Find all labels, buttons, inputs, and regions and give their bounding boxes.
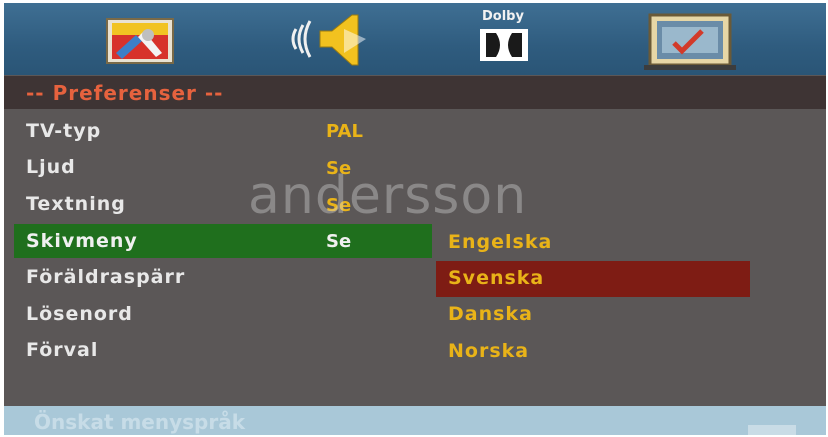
- preferences-icon: [644, 13, 736, 70]
- option-norwegian[interactable]: Norska: [448, 340, 529, 362]
- menu-item-tv-type[interactable]: TV-typ: [26, 120, 101, 142]
- setup-tab-bar: Dolby: [4, 3, 826, 75]
- menu-item-disc-menu[interactable]: Skivmeny: [26, 230, 138, 252]
- menu-item-parental-lock[interactable]: Föräldraspärr: [26, 266, 185, 288]
- tools-icon: [106, 18, 174, 64]
- option-english[interactable]: Engelska: [448, 231, 552, 253]
- page-title: -- Preferenser --: [26, 81, 224, 105]
- menu-value-tv-type: PAL: [326, 121, 363, 142]
- menu-item-default[interactable]: Förval: [26, 339, 98, 361]
- watermark: andersson: [248, 166, 528, 226]
- menu-item-audio[interactable]: Ljud: [26, 156, 76, 178]
- menu-header: -- Preferenser --: [4, 76, 826, 109]
- menu-item-subtitle[interactable]: Textning: [26, 193, 126, 215]
- speaker-icon: [291, 14, 366, 66]
- help-button: [748, 425, 796, 435]
- help-text: Önskat menyspråk: [34, 410, 246, 434]
- dvd-setup-screen: Dolby -- Preferenser -- TV-typ PAL Ljud …: [4, 3, 826, 435]
- dolby-label: Dolby: [482, 9, 524, 24]
- option-danish[interactable]: Danska: [448, 303, 533, 325]
- help-bar: Önskat menyspråk: [4, 406, 826, 435]
- tab-dolby-setup[interactable]: Dolby: [466, 9, 546, 69]
- option-swedish[interactable]: Svenska: [448, 267, 544, 289]
- tab-preferences[interactable]: [644, 9, 736, 70]
- menu-item-password[interactable]: Lösenord: [26, 303, 133, 325]
- tab-general-setup[interactable]: [104, 9, 176, 69]
- tab-audio-setup[interactable]: [286, 9, 376, 69]
- menu-value-disc-menu: Se: [326, 231, 352, 252]
